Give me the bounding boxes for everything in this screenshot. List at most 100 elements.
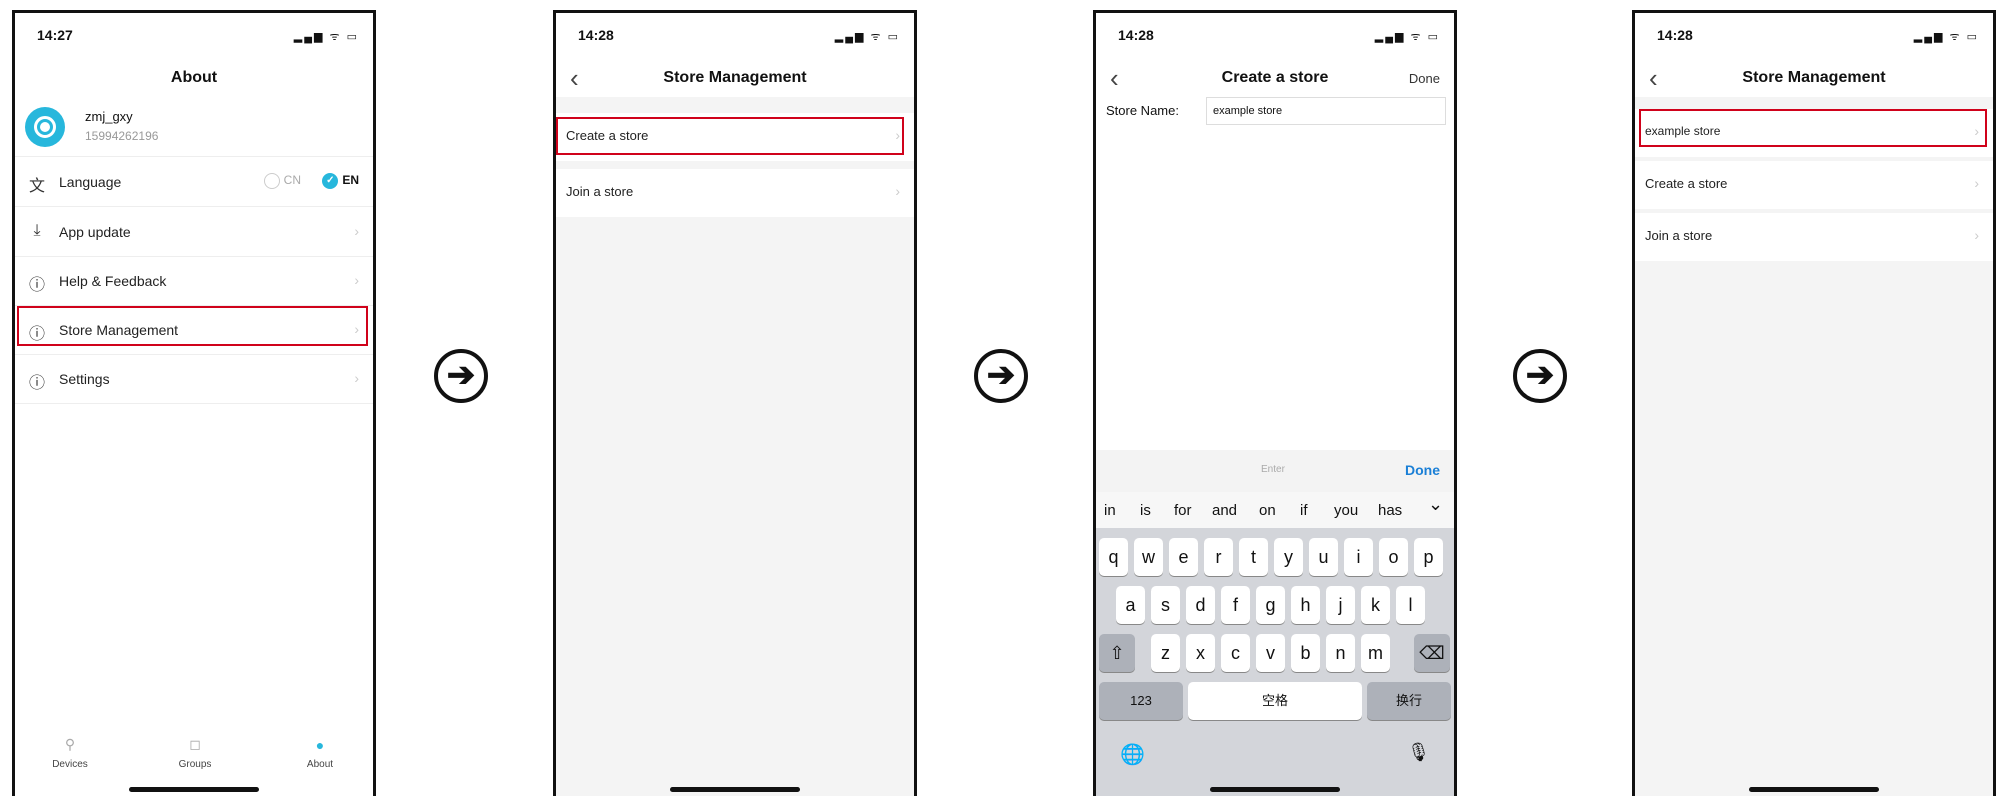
- key[interactable]: u: [1309, 538, 1338, 576]
- tab-devices[interactable]: ⚲ Devices: [35, 736, 105, 770]
- shift-icon[interactable]: ⇧: [1099, 634, 1135, 672]
- info-icon: ⓘ: [28, 375, 45, 392]
- username: zmj_gxy: [85, 109, 133, 124]
- key[interactable]: i: [1344, 538, 1373, 576]
- menu-app-update[interactable]: ⤓ App update ›: [15, 209, 373, 257]
- tab-about[interactable]: ● About: [285, 737, 355, 770]
- key[interactable]: v: [1256, 634, 1285, 672]
- home-indicator: [670, 787, 800, 792]
- avatar: [25, 107, 65, 147]
- space-key[interactable]: 空格: [1188, 682, 1362, 720]
- suggestion[interactable]: for: [1174, 502, 1192, 519]
- key[interactable]: n: [1326, 634, 1355, 672]
- item-label: Join a store: [1645, 228, 1713, 243]
- status-bar: 14:28 ▂▄▆ ᯤ ▭: [1096, 13, 1454, 53]
- keyboard: Enter Done in is for and on if you has ⌄…: [1096, 450, 1454, 796]
- store-name-input[interactable]: example store: [1206, 97, 1446, 125]
- item-label: Join a store: [566, 184, 634, 199]
- suggestion[interactable]: you: [1334, 502, 1358, 519]
- lang-en-radio[interactable]: ✓ EN: [322, 173, 359, 189]
- suggestion[interactable]: and: [1212, 502, 1237, 519]
- key[interactable]: c: [1221, 634, 1250, 672]
- page-title: Create a store: [1221, 69, 1329, 86]
- status-icons: ▂▄▆ ᯤ ▭: [293, 31, 359, 43]
- status-bar: 14:28 ▂▄▆ ᯤ ▭: [556, 13, 914, 53]
- store-name-label: Store Name:: [1106, 103, 1179, 118]
- key[interactable]: x: [1186, 634, 1215, 672]
- screen-store-management-result: 14:28 ▂▄▆ ᯤ ▭ ‹ Store Management example…: [1632, 10, 1996, 796]
- menu-label: Settings: [59, 371, 110, 387]
- chevron-right-icon: ›: [895, 183, 900, 199]
- key[interactable]: p: [1414, 538, 1443, 576]
- highlight-box: [1639, 109, 1987, 147]
- chevron-right-icon: ›: [354, 272, 359, 288]
- return-key[interactable]: 换行: [1367, 682, 1451, 720]
- key[interactable]: g: [1256, 586, 1285, 624]
- key[interactable]: m: [1361, 634, 1390, 672]
- arrow-right-icon: ➔: [974, 349, 1028, 403]
- join-store-item[interactable]: Join a store ›: [556, 169, 914, 217]
- key[interactable]: a: [1116, 586, 1145, 624]
- key[interactable]: f: [1221, 586, 1250, 624]
- key[interactable]: d: [1186, 586, 1215, 624]
- suggestion[interactable]: is: [1140, 502, 1151, 519]
- status-bar: 14:28 ▂▄▆ ᯤ ▭: [1635, 13, 1993, 53]
- join-store-item[interactable]: Join a store ›: [1635, 213, 1993, 261]
- key[interactable]: o: [1379, 538, 1408, 576]
- suggestion[interactable]: has: [1378, 502, 1402, 519]
- chevron-right-icon: ›: [1974, 227, 1979, 243]
- arrow-right-icon: ➔: [1513, 349, 1567, 403]
- key[interactable]: s: [1151, 586, 1180, 624]
- link-icon: ⚲: [64, 736, 76, 752]
- key[interactable]: z: [1151, 634, 1180, 672]
- language-row: 文 Language CN ✓ EN: [15, 159, 373, 207]
- chevron-right-icon: ›: [354, 223, 359, 239]
- create-store-item[interactable]: Create a store ›: [1635, 161, 1993, 209]
- globe-icon[interactable]: 🌐: [1120, 742, 1145, 767]
- radio-empty-icon: [263, 173, 280, 189]
- tab-label: Devices: [52, 759, 88, 770]
- suggestion[interactable]: in: [1104, 502, 1116, 519]
- status-icons: ▂▄▆ ᯤ ▭: [1913, 31, 1979, 43]
- nav-bar: ‹ Store Management: [1635, 59, 1993, 97]
- status-time: 14:28: [1657, 27, 1693, 43]
- key[interactable]: q: [1099, 538, 1128, 576]
- delete-icon[interactable]: ⌫: [1414, 634, 1450, 672]
- key[interactable]: k: [1361, 586, 1390, 624]
- about-icon: ●: [315, 737, 325, 753]
- status-bar: 14:27 ▂▄▆ ᯤ ▭: [15, 13, 373, 53]
- numbers-key[interactable]: 123: [1099, 682, 1183, 720]
- key[interactable]: j: [1326, 586, 1355, 624]
- key[interactable]: r: [1204, 538, 1233, 576]
- lang-cn-radio[interactable]: CN: [263, 173, 301, 189]
- nav-bar: ‹ Create a store Done: [1096, 59, 1454, 97]
- key[interactable]: w: [1134, 538, 1163, 576]
- key[interactable]: t: [1239, 538, 1268, 576]
- profile[interactable]: zmj_gxy 15994262196: [15, 101, 373, 157]
- microphone-icon[interactable]: 🎙: [1407, 742, 1430, 763]
- tab-groups[interactable]: ◻ Groups: [160, 736, 230, 770]
- collapse-icon[interactable]: ⌄: [1428, 494, 1443, 515]
- home-indicator: [1749, 787, 1879, 792]
- key[interactable]: l: [1396, 586, 1425, 624]
- suggestion[interactable]: on: [1259, 502, 1276, 519]
- menu-settings[interactable]: ⓘ Settings ›: [15, 356, 373, 404]
- lang-en-label: EN: [342, 173, 359, 188]
- item-label: Create a store: [1645, 176, 1728, 191]
- menu-help-feedback[interactable]: ⓘ Help & Feedback ›: [15, 258, 373, 306]
- nav-bar: ‹ Store Management: [556, 59, 914, 97]
- download-icon: ⤓: [33, 222, 41, 239]
- status-time: 14:28: [1118, 27, 1154, 43]
- nav-bar: About: [15, 59, 373, 97]
- key[interactable]: h: [1291, 586, 1320, 624]
- done-button[interactable]: Done: [1409, 71, 1440, 86]
- key[interactable]: b: [1291, 634, 1320, 672]
- home-indicator: [1210, 787, 1340, 792]
- suggestion[interactable]: if: [1300, 502, 1308, 519]
- status-icons: ▂▄▆ ᯤ ▭: [834, 31, 900, 43]
- arrow-right-icon: ➔: [434, 349, 488, 403]
- key[interactable]: y: [1274, 538, 1303, 576]
- screen-create-store: 14:28 ▂▄▆ ᯤ ▭ ‹ Create a store Done Stor…: [1093, 10, 1457, 796]
- key[interactable]: e: [1169, 538, 1198, 576]
- keyboard-done-button[interactable]: Done: [1405, 462, 1440, 478]
